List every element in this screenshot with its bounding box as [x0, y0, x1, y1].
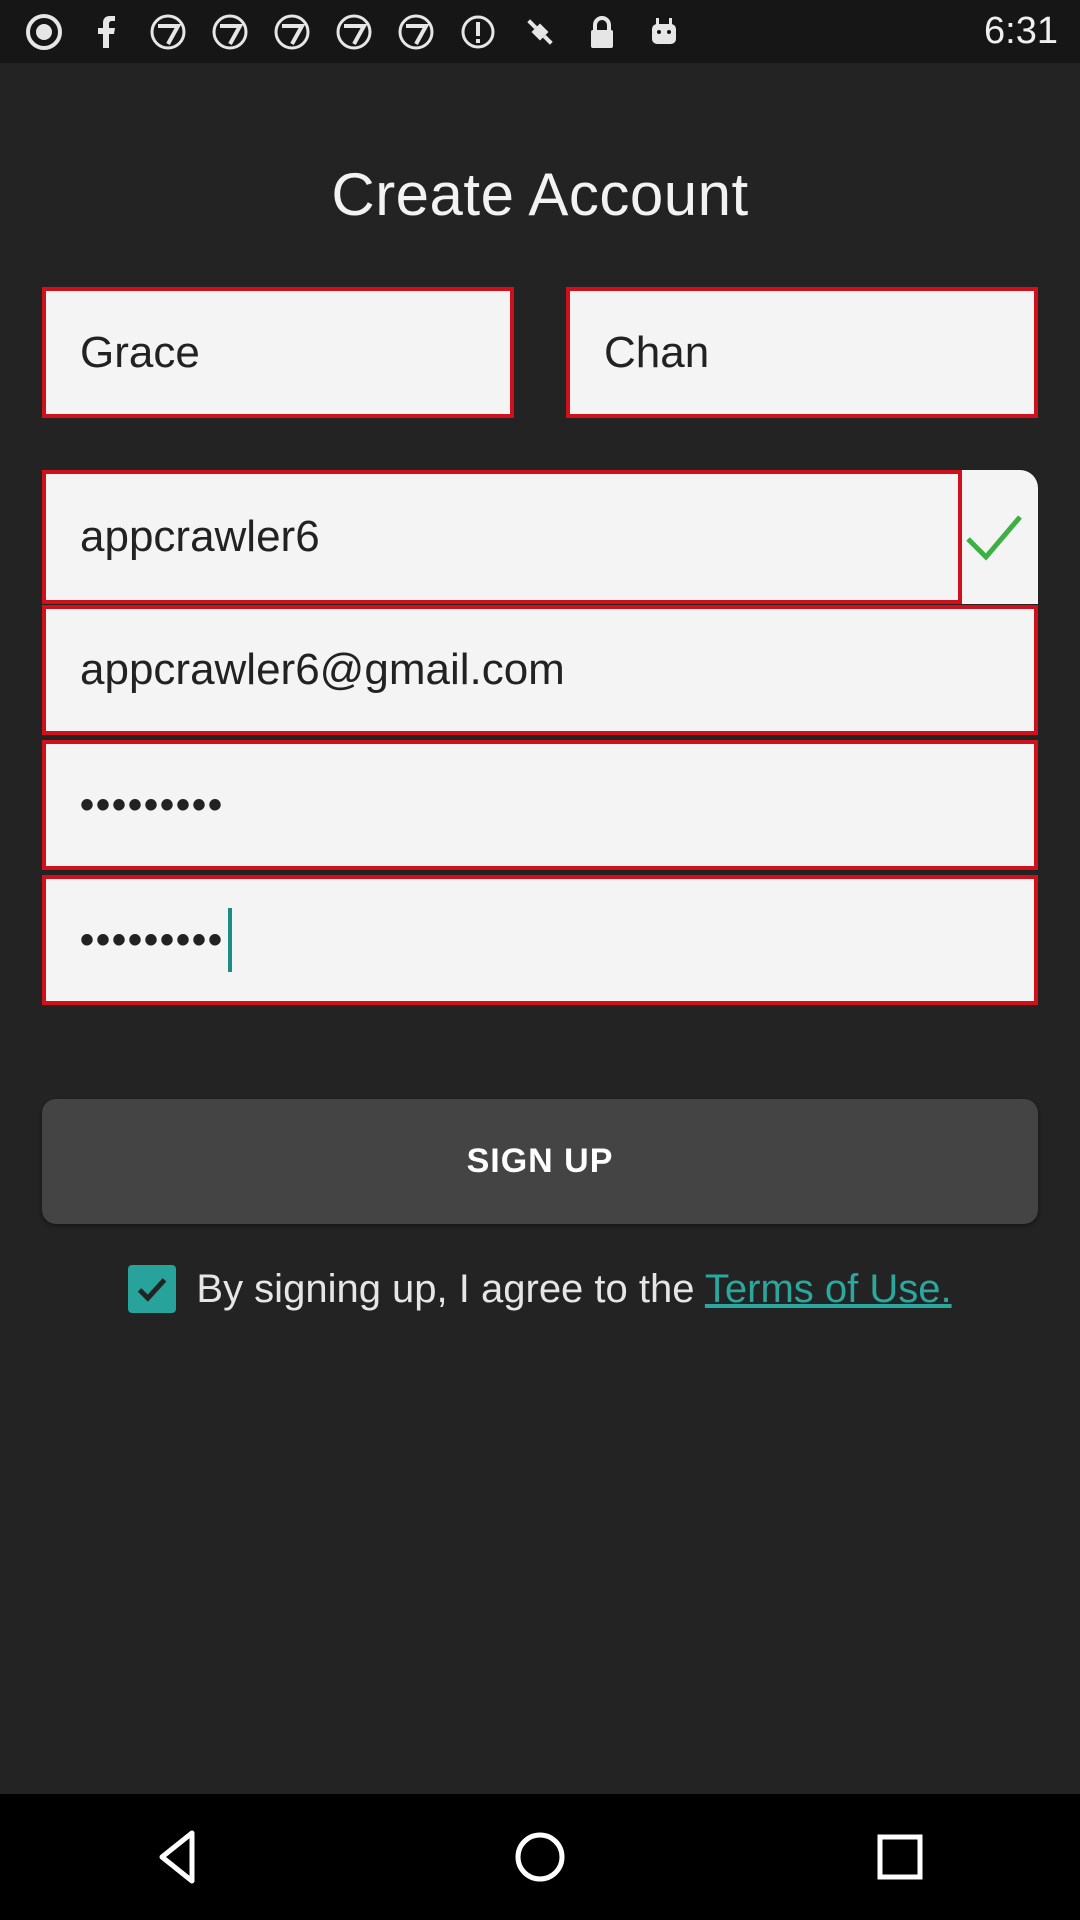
system-status: 6:31 — [984, 10, 1058, 53]
first-name-value: Grace — [80, 327, 200, 377]
last-name-value: Chan — [604, 327, 710, 377]
first-name-field[interactable]: Grace — [42, 287, 514, 418]
back-button[interactable] — [135, 1812, 225, 1902]
navigation-bar — [0, 1794, 1080, 1920]
email-field[interactable]: appcrawler6@gmail.com — [42, 605, 1038, 735]
home-button[interactable] — [495, 1812, 585, 1902]
abc7-icon — [394, 10, 438, 54]
abc7-icon — [332, 10, 376, 54]
lock-icon — [580, 10, 624, 54]
agree-label: By signing up, I agree to the — [196, 1266, 705, 1311]
recents-square-icon — [877, 1834, 923, 1880]
abc7-icon — [270, 10, 314, 54]
recents-button[interactable] — [855, 1812, 945, 1902]
username-value: appcrawler6 — [80, 512, 320, 561]
facebook-icon — [84, 10, 128, 54]
confirm-password-value: ••••••••• — [80, 917, 225, 962]
abc-logo-icon — [22, 10, 66, 54]
android-icon — [642, 10, 686, 54]
confirm-password-field[interactable]: ••••••••• — [42, 875, 1038, 1005]
home-circle-icon — [515, 1832, 565, 1882]
abc7-icon — [146, 10, 190, 54]
abc7-icon — [208, 10, 252, 54]
terms-agreement: By signing up, I agree to the Terms of U… — [0, 1265, 1080, 1313]
status-bar: 6:31 — [0, 0, 1080, 63]
email-value: appcrawler6@gmail.com — [80, 645, 565, 694]
sign-up-button[interactable]: SIGN UP — [42, 1099, 1038, 1224]
info-icon — [456, 10, 500, 54]
username-field[interactable]: appcrawler6 — [42, 470, 962, 604]
check-icon — [138, 1278, 167, 1302]
last-name-field[interactable]: Chan — [566, 287, 1038, 418]
password-field[interactable]: ••••••••• — [42, 740, 1038, 870]
page-title: Create Account — [331, 161, 749, 228]
checkmark-icon — [962, 505, 1026, 569]
notification-icons — [22, 10, 686, 54]
terms-of-use-link[interactable]: Terms of Use. — [705, 1267, 952, 1311]
fake-gps-icon — [518, 10, 562, 54]
terms-checkbox[interactable] — [128, 1265, 177, 1313]
text-cursor — [228, 908, 233, 972]
back-triangle-icon — [159, 1830, 195, 1884]
password-value: ••••••••• — [80, 782, 225, 827]
terms-text: By signing up, I agree to the Terms of U… — [196, 1267, 951, 1312]
clock: 6:31 — [984, 10, 1058, 52]
